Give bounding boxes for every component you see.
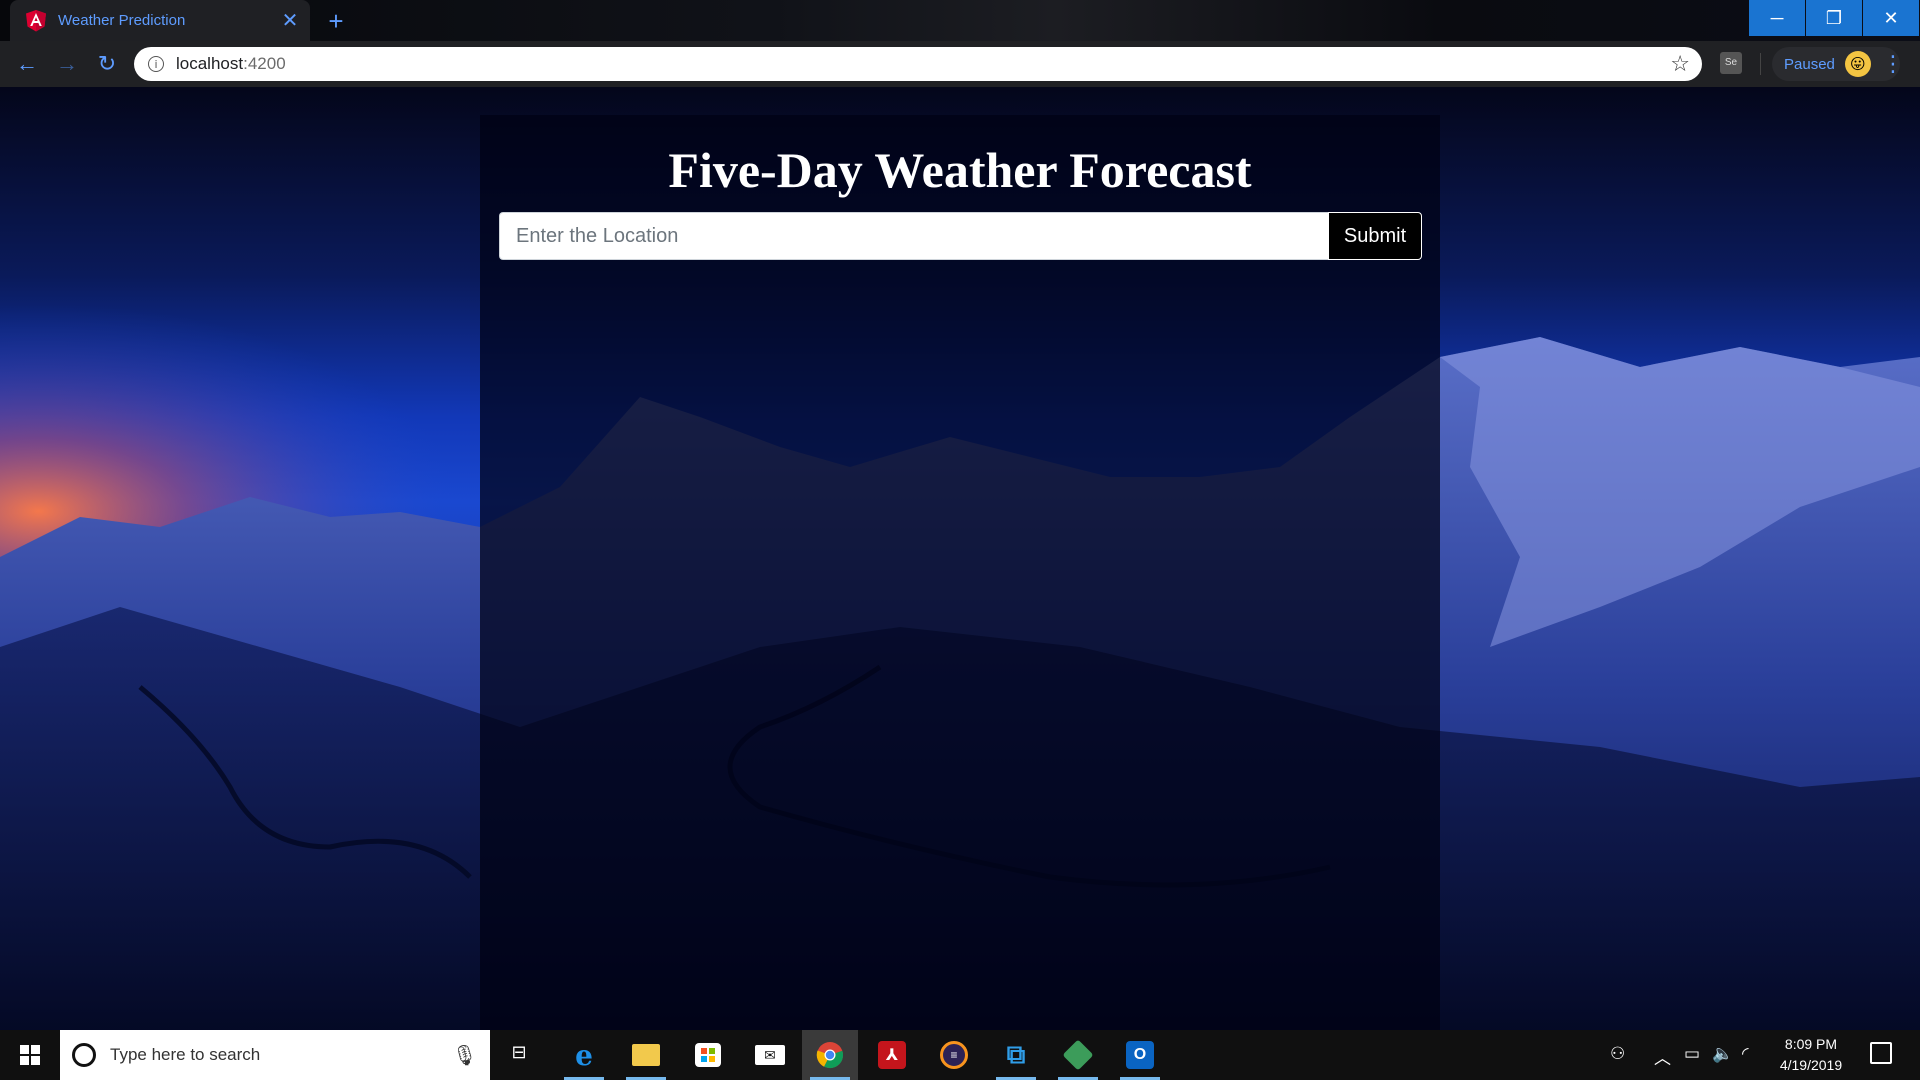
eclipse-icon: ≡	[940, 1041, 968, 1069]
start-button[interactable]	[0, 1030, 60, 1080]
browser-toolbar: ← → ↻ i localhost :4200 ☆ Se Paused 😛 ⋮	[0, 41, 1920, 87]
page-viewport: Five-Day Weather Forecast Submit	[0, 87, 1920, 1030]
clock-date: 4/19/2019	[1779, 1057, 1843, 1073]
notification-center-icon[interactable]	[1870, 1042, 1892, 1064]
mail-icon: ✉	[755, 1045, 785, 1065]
git-icon	[1062, 1039, 1094, 1071]
page-title: Five-Day Weather Forecast	[668, 142, 1252, 198]
taskbar-chrome[interactable]	[802, 1030, 858, 1080]
profile-status: Paused	[1784, 55, 1835, 73]
taskbar-store[interactable]	[680, 1030, 736, 1080]
location-search-form: Submit	[499, 212, 1422, 260]
reload-icon[interactable]: ↻	[92, 49, 122, 79]
clock-time: 8:09 PM	[1784, 1036, 1838, 1052]
outlook-icon: O	[1126, 1041, 1154, 1069]
taskbar-outlook[interactable]: O	[1112, 1030, 1168, 1080]
file-explorer-icon	[632, 1044, 660, 1066]
tab-close-icon[interactable]: ✕	[276, 7, 304, 35]
bookmark-star-icon[interactable]: ☆	[1670, 51, 1690, 77]
people-icon[interactable]: ⚇	[1610, 1044, 1625, 1064]
submit-button[interactable]: Submit	[1328, 212, 1422, 260]
taskbar-clock[interactable]: 8:09 PM 4/19/2019	[1758, 1034, 1864, 1076]
taskbar-git[interactable]	[1050, 1030, 1106, 1080]
url-port: :4200	[243, 54, 286, 73]
address-bar[interactable]: i localhost :4200 ☆	[134, 47, 1702, 81]
location-input[interactable]	[499, 212, 1328, 260]
cortana-icon	[72, 1043, 96, 1067]
back-arrow-icon[interactable]: ←	[12, 49, 42, 79]
tray-chevron-up-icon[interactable]: ︿	[1654, 1044, 1671, 1069]
window-close-button[interactable]: ✕	[1863, 0, 1919, 36]
edge-icon: e	[575, 1038, 593, 1072]
acrobat-icon: ⅄	[878, 1041, 906, 1069]
profile-button[interactable]: Paused 😛	[1772, 47, 1900, 81]
new-tab-button[interactable]: +	[322, 7, 350, 35]
extension-icon[interactable]: Se	[1720, 52, 1742, 74]
angular-favicon-icon	[26, 9, 46, 31]
avatar-emoji-icon: 😛	[1844, 51, 1871, 77]
chrome-icon	[816, 1042, 844, 1069]
taskbar-eclipse[interactable]: ≡	[926, 1030, 982, 1080]
taskbar-acrobat[interactable]: ⅄	[864, 1030, 920, 1080]
toolbar-divider	[1760, 53, 1761, 75]
microphone-icon[interactable]: 🎙	[452, 1043, 477, 1068]
forecast-panel: Five-Day Weather Forecast Submit	[480, 115, 1440, 1030]
url-host: localhost	[176, 54, 244, 73]
taskbar-file-explorer[interactable]	[618, 1030, 674, 1080]
window-restore-button[interactable]: ❐	[1806, 0, 1862, 36]
taskbar-vscode[interactable]: ⧉	[988, 1030, 1044, 1080]
browser-tab[interactable]: Weather Prediction ✕	[10, 0, 310, 41]
tab-title: Weather Prediction	[58, 12, 186, 29]
volume-icon[interactable]: 🔈	[1712, 1044, 1733, 1064]
windows-taskbar: Type here to search 🎙 ⊟ e ✉ ⅄ ≡ ⧉ O ⚇ ︿ …	[0, 1030, 1920, 1080]
battery-icon[interactable]: ▭	[1684, 1044, 1700, 1064]
taskbar-edge[interactable]: e	[556, 1030, 612, 1080]
task-view-icon[interactable]: ⊟	[506, 1042, 532, 1068]
site-info-icon[interactable]: i	[148, 56, 164, 72]
forward-arrow-icon[interactable]: →	[52, 49, 82, 79]
windows-logo-icon	[20, 1045, 40, 1065]
browser-titlebar: Weather Prediction ✕ + ─ ❐ ✕	[0, 0, 1920, 41]
wifi-icon[interactable]: ◜	[1742, 1044, 1749, 1064]
taskbar-search-placeholder: Type here to search	[110, 1045, 261, 1064]
kebab-menu-icon[interactable]: ⋮	[1882, 51, 1904, 77]
taskbar-search-box[interactable]: Type here to search 🎙	[60, 1030, 490, 1080]
store-icon	[695, 1043, 721, 1067]
taskbar-mail[interactable]: ✉	[742, 1030, 798, 1080]
window-minimize-button[interactable]: ─	[1749, 0, 1805, 36]
vscode-icon: ⧉	[1006, 1039, 1026, 1069]
